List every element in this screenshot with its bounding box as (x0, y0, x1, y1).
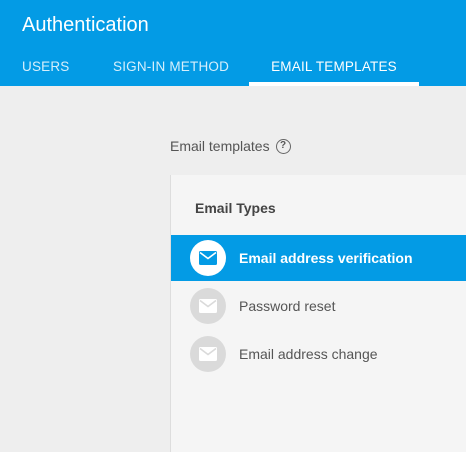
email-types-panel: Email Types Email address verification P… (170, 175, 466, 452)
tab-users[interactable]: USERS (22, 50, 70, 86)
email-type-item-password-reset[interactable]: Password reset (171, 283, 466, 329)
email-type-label: Email address change (239, 346, 378, 362)
help-circle-icon[interactable]: ? (275, 138, 291, 154)
mail-icon (190, 288, 226, 324)
section-heading-text: Email templates (170, 138, 270, 154)
panel-title: Email Types (195, 200, 276, 216)
mail-icon (190, 336, 226, 372)
email-type-label: Email address verification (239, 250, 413, 266)
active-tab-indicator (249, 82, 419, 86)
email-type-label: Password reset (239, 298, 336, 314)
page-title: Authentication (22, 14, 149, 36)
section-heading: Email templates ? (170, 138, 291, 154)
mail-icon (190, 240, 226, 276)
tab-sign-in-method[interactable]: SIGN-IN METHOD (113, 50, 229, 86)
tab-bar: USERS SIGN-IN METHOD EMAIL TEMPLATES (0, 50, 466, 86)
tab-email-templates[interactable]: EMAIL TEMPLATES (249, 50, 419, 86)
app-header: Authentication USERS SIGN-IN METHOD EMAI… (0, 0, 466, 86)
email-type-item-address-change[interactable]: Email address change (171, 331, 466, 377)
email-type-item-verification[interactable]: Email address verification (171, 235, 466, 281)
